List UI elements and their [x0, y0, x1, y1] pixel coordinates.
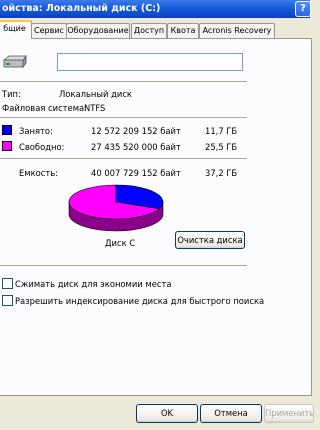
- used-space-bytes: 12 572 209 152 байт: [91, 126, 181, 136]
- tab-general[interactable]: бщие: [0, 20, 32, 39]
- apply-button[interactable]: Применить: [264, 404, 314, 423]
- file-system-value: NTFS: [84, 103, 106, 113]
- tab-acronis-recovery[interactable]: Acronis Recovery: [199, 23, 275, 38]
- type-value: Локальный диск: [59, 89, 132, 99]
- free-space-gb: 25,5 ГБ: [205, 142, 238, 152]
- allow-indexing-label[interactable]: Разрешить индексирование диска для быстр…: [15, 296, 264, 306]
- capacity-label: Емкость:: [19, 168, 59, 178]
- tab-hardware[interactable]: Оборудование: [66, 23, 130, 38]
- type-label: Тип:: [2, 89, 21, 99]
- cancel-button[interactable]: Отмена: [200, 404, 262, 423]
- tab-quota[interactable]: Квота: [167, 23, 199, 38]
- free-space-label: Свободно:: [19, 142, 65, 152]
- used-space-gb: 11,7 ГБ: [205, 126, 238, 136]
- ok-button[interactable]: OK: [136, 404, 198, 423]
- title-bar[interactable]: ойства: Локальный диск (C:) ?: [0, 0, 311, 18]
- used-space-label: Занято:: [19, 126, 53, 136]
- hard-drive-icon: [3, 55, 27, 69]
- file-system-label: Файловая система:: [2, 103, 87, 113]
- free-space-bytes: 27 435 520 000 байт: [91, 142, 181, 152]
- disk-name-label: Диск C: [105, 238, 136, 248]
- capacity-bytes: 40 007 729 152 байт: [91, 168, 181, 178]
- tab-sharing[interactable]: Доступ: [131, 23, 167, 38]
- compress-drive-label[interactable]: Сжимать диск для экономии места: [15, 279, 172, 289]
- free-space-color-swatch: [2, 141, 12, 151]
- disk-usage-pie-chart: [68, 184, 164, 232]
- divider: [0, 158, 247, 160]
- allow-indexing-checkbox[interactable]: [2, 295, 13, 306]
- divider: [0, 81, 247, 83]
- divider: [0, 265, 247, 267]
- help-button[interactable]: ?: [295, 1, 311, 17]
- divider: [0, 117, 247, 119]
- compress-drive-checkbox[interactable]: [2, 278, 13, 289]
- tab-service[interactable]: Сервис: [31, 23, 67, 38]
- capacity-gb: 37,2 ГБ: [205, 168, 238, 178]
- window-title: ойства: Локальный диск (C:): [2, 3, 161, 14]
- volume-label-input[interactable]: [57, 53, 243, 71]
- used-space-color-swatch: [2, 125, 12, 135]
- disk-cleanup-button[interactable]: Очистка диска: [175, 231, 245, 249]
